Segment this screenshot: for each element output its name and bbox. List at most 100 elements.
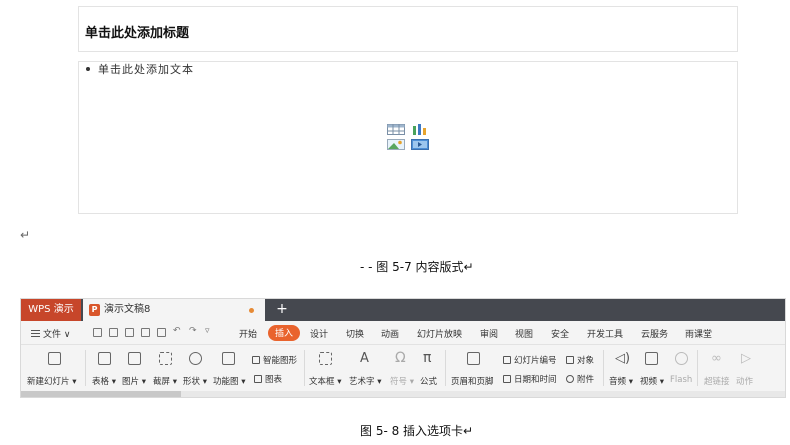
menu-bar: 文件 ∨ ↶ ↷ ▿ 开始 插入 设计 切换 动画 幻灯片放映 审阅 视图 安全… xyxy=(21,321,785,345)
slide-number-icon xyxy=(503,355,511,364)
horizontal-scrollbar[interactable] xyxy=(21,391,785,397)
save-icon[interactable] xyxy=(109,328,118,337)
new-tab-button[interactable]: + xyxy=(273,299,291,321)
slide-number-label: 幻灯片编号 xyxy=(514,356,557,366)
chart-icon[interactable] xyxy=(411,124,429,135)
object-icon xyxy=(566,355,574,364)
flash-icon xyxy=(675,352,688,365)
slide-number-button[interactable]: 幻灯片编号 xyxy=(503,354,557,366)
hyperlink-label: 超链接 xyxy=(704,377,730,387)
figure-5-8-caption: 图 5- 8 插入选项卡↵ xyxy=(360,424,474,438)
attachment-button[interactable]: 附件 xyxy=(566,373,594,385)
figure-5-7-caption: - - 图 5-7 内容版式↵ xyxy=(360,260,474,274)
slide-title-placeholder[interactable]: 单击此处添加标题 xyxy=(78,6,738,52)
wordart-icon: A xyxy=(360,351,369,366)
date-time-label: 日期和时间 xyxy=(514,375,557,385)
title-bar: WPS 演示 P 演示文稿8 + xyxy=(21,299,785,321)
print-icon[interactable] xyxy=(141,328,150,337)
document-tab-label: 演示文稿8 xyxy=(104,304,151,315)
tab-cloud[interactable]: 云服务 xyxy=(641,327,668,340)
undo-icon[interactable]: ↶ xyxy=(173,327,182,336)
chart-label: 图表 xyxy=(265,375,283,385)
tab-rain-classroom[interactable]: 雨课堂 xyxy=(685,327,712,340)
export-icon[interactable] xyxy=(125,328,134,337)
new-slide-icon xyxy=(48,352,61,365)
date-time-icon xyxy=(503,374,511,383)
table-icon xyxy=(98,352,111,365)
chart-button[interactable]: 图表 xyxy=(254,373,282,385)
new-slide-label: 新建幻灯片 ▾ xyxy=(27,377,77,387)
divider xyxy=(85,350,86,386)
video-label: 视频 ▾ xyxy=(640,377,664,387)
function-chart-label: 功能图 ▾ xyxy=(213,377,246,387)
shapes-label: 形状 ▾ xyxy=(183,377,207,387)
object-label: 对象 xyxy=(577,356,595,366)
object-button[interactable]: 对象 xyxy=(566,354,594,366)
smart-graphic-button[interactable]: 智能图形 xyxy=(252,354,297,366)
speaker-icon: ◁) xyxy=(615,351,631,366)
tab-animation[interactable]: 动画 xyxy=(381,327,399,340)
picture-icon[interactable] xyxy=(387,139,405,150)
audio-label: 音频 ▾ xyxy=(609,377,633,387)
redo-icon[interactable]: ↷ xyxy=(189,327,198,336)
formula-icon: π xyxy=(423,350,432,366)
wps-ribbon: WPS 演示 P 演示文稿8 + 文件 ∨ ↶ ↷ ▿ 开始 插入 设计 切换 … xyxy=(20,298,786,398)
function-chart-icon xyxy=(222,352,235,365)
table-label: 表格 ▾ xyxy=(92,377,116,387)
attachment-label: 附件 xyxy=(577,375,595,385)
paragraph-mark: ↵ xyxy=(20,228,31,242)
smart-graphic-icon xyxy=(252,355,260,364)
slide-content-text: 单击此处添加文本 xyxy=(86,61,194,77)
table-icon[interactable] xyxy=(387,124,405,135)
tab-insert[interactable]: 插入 xyxy=(268,325,301,341)
insert-toolbar: 新建幻灯片 ▾ 表格 ▾ 图片 ▾ 截屏 ▾ 形状 ▾ 功能图 ▾ 智能图形 图… xyxy=(21,346,785,391)
shapes-icon xyxy=(189,352,202,365)
tab-slideshow[interactable]: 幻灯片放映 xyxy=(417,327,462,340)
bullet-icon xyxy=(86,67,90,71)
media-icon[interactable] xyxy=(411,139,429,150)
open-icon[interactable] xyxy=(93,328,102,337)
customize-icon[interactable]: ▿ xyxy=(205,327,214,336)
divider xyxy=(697,350,698,386)
tab-developer[interactable]: 开发工具 xyxy=(587,327,623,340)
document-tab[interactable]: P 演示文稿8 xyxy=(83,299,265,321)
scrollbar-thumb[interactable] xyxy=(21,391,181,397)
file-menu-label: 文件 ∨ xyxy=(43,330,71,340)
slide-content-label: 单击此处添加文本 xyxy=(98,63,194,76)
tab-home[interactable]: 开始 xyxy=(239,327,257,340)
textbox-icon xyxy=(319,352,332,365)
date-time-button[interactable]: 日期和时间 xyxy=(503,373,557,385)
divider xyxy=(603,350,604,386)
chart-icon xyxy=(254,374,262,383)
file-menu[interactable]: 文件 ∨ xyxy=(31,327,70,340)
screenshot-icon xyxy=(159,352,172,365)
presentation-icon: P xyxy=(89,304,100,316)
header-footer-icon xyxy=(467,352,480,365)
wps-app-tab[interactable]: WPS 演示 xyxy=(21,299,81,321)
link-icon: ∞ xyxy=(711,351,722,366)
symbol-label: 符号 ▾ xyxy=(390,377,414,387)
tab-transitions[interactable]: 切换 xyxy=(346,327,364,340)
divider xyxy=(304,350,305,386)
action-label: 动作 xyxy=(736,377,754,387)
smart-graphic-label: 智能图形 xyxy=(263,356,298,366)
tab-design[interactable]: 设计 xyxy=(310,327,328,340)
attachment-icon xyxy=(566,374,574,383)
print-preview-icon[interactable] xyxy=(157,328,166,337)
unsaved-dot-icon xyxy=(249,308,254,313)
tab-view[interactable]: 视图 xyxy=(515,327,533,340)
tab-security[interactable]: 安全 xyxy=(551,327,569,340)
video-icon xyxy=(645,352,658,365)
flash-label: Flash xyxy=(670,375,693,385)
picture-label: 图片 ▾ xyxy=(122,377,146,387)
header-footer-label: 页眉和页脚 xyxy=(451,377,494,387)
tab-review[interactable]: 审阅 xyxy=(480,327,498,340)
menu-icon xyxy=(31,330,40,337)
slide-content-placeholder[interactable]: 单击此处添加文本 xyxy=(78,61,738,214)
play-icon: ▷ xyxy=(741,351,751,366)
content-insert-icons xyxy=(387,124,433,152)
screenshot-label: 截屏 ▾ xyxy=(153,377,177,387)
textbox-label: 文本框 ▾ xyxy=(309,377,342,387)
wordart-label: 艺术字 ▾ xyxy=(349,377,382,387)
divider xyxy=(445,350,446,386)
